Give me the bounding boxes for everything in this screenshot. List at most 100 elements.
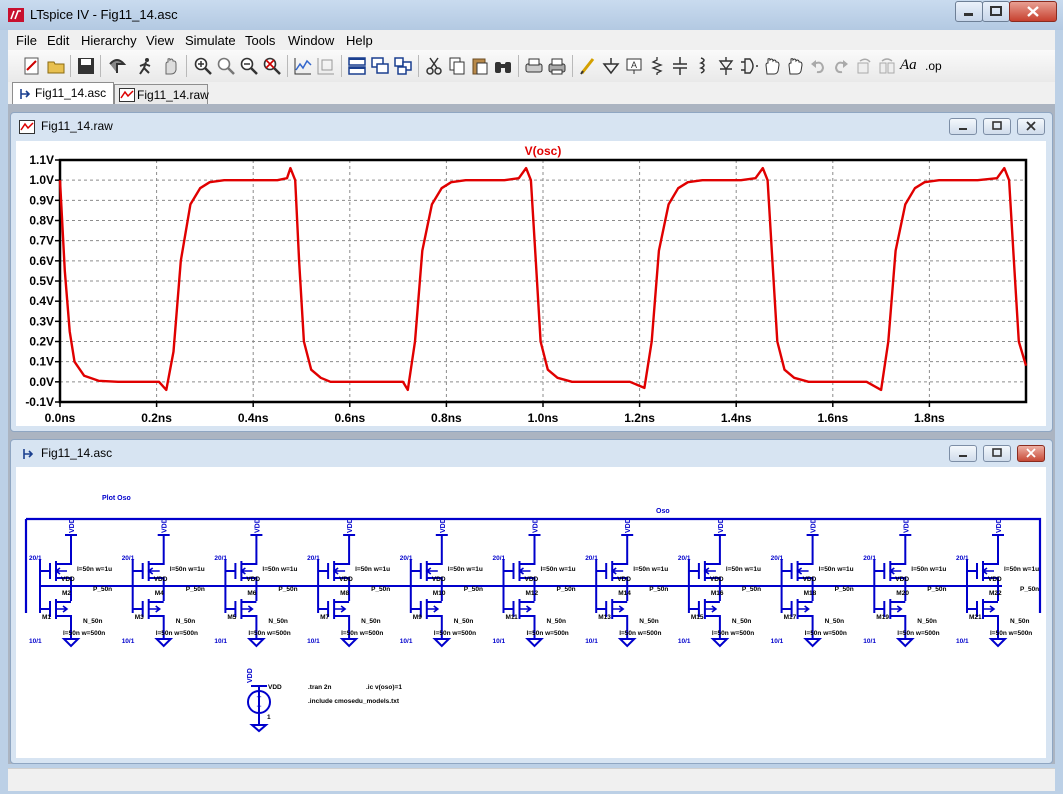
pmos-size-label: l=50n w=1u <box>726 566 761 573</box>
capacitor-icon[interactable] <box>670 56 690 76</box>
pmos-name: M4 <box>155 590 164 597</box>
nmos-name: M5 <box>227 614 236 621</box>
tab-waveform[interactable]: Fig11_14.raw <box>114 84 209 105</box>
menu-help[interactable]: Help <box>346 33 373 48</box>
new-schematic-icon[interactable] <box>22 56 42 76</box>
tile-icon[interactable] <box>393 56 413 76</box>
schematic-minimize-button[interactable] <box>949 445 977 462</box>
wire-icon[interactable] <box>578 56 598 76</box>
nmos-name: M11 <box>506 614 519 621</box>
minimize-button[interactable] <box>955 1 983 22</box>
undo-icon[interactable] <box>808 56 828 76</box>
nmos-arrow <box>241 605 254 613</box>
save-icon[interactable] <box>76 56 96 76</box>
copy-icon[interactable] <box>447 56 467 76</box>
menu-hierarchy[interactable]: Hierarchy <box>81 33 137 48</box>
rotate-icon[interactable] <box>854 56 874 76</box>
find-icon[interactable] <box>493 56 513 76</box>
nmos-ratio-label: 10/1 <box>678 638 691 645</box>
waveform-close-button[interactable] <box>1017 118 1045 135</box>
pmos-ratio-label: 20/1 <box>493 555 506 562</box>
waveform-plot-pane[interactable]: V(osc) 1.1V 1.0V 0.9V 0.8V 0.7V 0.6V 0.5V 0.4V 0… <box>16 141 1046 426</box>
component-icon[interactable] <box>739 56 759 76</box>
nmos-arrow <box>426 605 440 613</box>
drag-icon[interactable] <box>785 56 805 76</box>
minimize-icon <box>964 13 973 16</box>
tab-schematic[interactable]: Fig11_14.asc <box>12 82 114 105</box>
nmos-model-label: N_50n <box>825 618 845 625</box>
cut-icon[interactable] <box>424 56 444 76</box>
halt-icon[interactable] <box>160 56 180 76</box>
menu-edit[interactable]: Edit <box>47 33 69 48</box>
minimize-icon <box>959 128 967 130</box>
vdd-label: VDD <box>440 518 447 533</box>
maximize-icon <box>992 448 1002 457</box>
autorange-icon[interactable] <box>293 56 313 76</box>
mirror-icon[interactable] <box>877 56 897 76</box>
waveform-minimize-button[interactable] <box>949 118 977 135</box>
pmos-model-label: P_50n <box>93 586 112 593</box>
x-tick-label: 1.4ns <box>721 411 752 425</box>
print-setup-icon[interactable] <box>524 56 544 76</box>
nmos-size-label: l=50n w=500n <box>619 630 661 637</box>
maximize-button[interactable] <box>982 1 1010 22</box>
tran-directive[interactable]: .tran 2n <box>308 684 332 691</box>
vdd-label: VDD <box>533 518 540 533</box>
schematic-icon <box>20 89 31 99</box>
nmos-name: M19 <box>876 614 889 621</box>
nmos-size-label: l=50n w=500n <box>805 630 847 637</box>
schematic-canvas[interactable]: Plot Oso Oso VDD VDD 20/1 10/1 M2 M1 l=50n w=1… <box>16 467 1046 758</box>
paste-icon[interactable] <box>470 56 490 76</box>
label-net-icon[interactable]: A <box>624 56 644 76</box>
zoom-fit-icon[interactable] <box>262 56 282 76</box>
body-vdd-label: VDD <box>525 576 539 583</box>
status-bar <box>8 768 1055 791</box>
include-directive[interactable]: .include cmosedu_models.txt <box>308 698 400 705</box>
menu-tools[interactable]: Tools <box>245 33 275 48</box>
move-icon[interactable] <box>762 56 782 76</box>
menu-window[interactable]: Window <box>288 33 334 48</box>
diode-icon[interactable] <box>716 56 736 76</box>
trace-v-osc[interactable] <box>58 166 1028 392</box>
pmos-arrow <box>796 567 809 575</box>
pmos-model-label: P_50n <box>186 586 205 593</box>
tile-horizontal-icon[interactable] <box>347 56 367 76</box>
run-icon[interactable] <box>136 56 156 76</box>
schematic-pane[interactable]: Plot Oso Oso VDD VDD 20/1 10/1 M2 M1 l=50n w=1… <box>16 467 1046 758</box>
resistor-icon[interactable] <box>647 56 667 76</box>
print-icon[interactable] <box>547 56 567 76</box>
pmos-name: M18 <box>804 590 817 597</box>
redo-icon[interactable] <box>831 56 851 76</box>
schematic-maximize-button[interactable] <box>983 445 1011 462</box>
close-button[interactable] <box>1009 1 1057 22</box>
ic-directive[interactable]: .ic v(oso)=1 <box>366 684 402 691</box>
spice-directive-icon[interactable]: .op <box>925 59 942 73</box>
schematic-close-button[interactable] <box>1017 445 1045 462</box>
waveform-maximize-button[interactable] <box>983 118 1011 135</box>
menu-simulate[interactable]: Simulate <box>185 33 236 48</box>
nmos-arrow <box>704 605 718 613</box>
body-vdd-label: VDD <box>339 576 353 583</box>
pmos-name: M14 <box>618 590 631 597</box>
nmos-size-label: l=50n w=500n <box>527 630 569 637</box>
pmos-model-label: P_50n <box>464 586 483 593</box>
control-panel-icon[interactable] <box>107 56 127 76</box>
menu-file[interactable]: File <box>16 33 37 48</box>
open-icon[interactable] <box>46 56 66 76</box>
vdd-source: + − VDD VDD 1 <box>247 668 282 733</box>
waveform-plot[interactable]: V(osc) 1.1V 1.0V 0.9V 0.8V 0.7V 0.6V 0.5V 0.4V 0… <box>16 141 1046 426</box>
zoom-pan-icon[interactable] <box>216 56 236 76</box>
inductor-icon[interactable] <box>693 56 713 76</box>
delete-trace-icon[interactable] <box>316 56 336 76</box>
pmos-arrow <box>518 567 531 575</box>
pmos-size-label: l=50n w=1u <box>1004 566 1039 573</box>
menu-view[interactable]: View <box>146 33 174 48</box>
text-icon[interactable]: Aa <box>900 57 917 74</box>
zoom-in-icon[interactable] <box>193 56 213 76</box>
cascade-icon[interactable] <box>370 56 390 76</box>
ground-icon[interactable] <box>601 56 621 76</box>
zoom-out-icon[interactable] <box>239 56 259 76</box>
tab-waveform-label: Fig11_14.raw <box>137 88 209 102</box>
nmos-model-label: N_50n <box>917 618 937 625</box>
pmos-model-label: P_50n <box>742 586 761 593</box>
